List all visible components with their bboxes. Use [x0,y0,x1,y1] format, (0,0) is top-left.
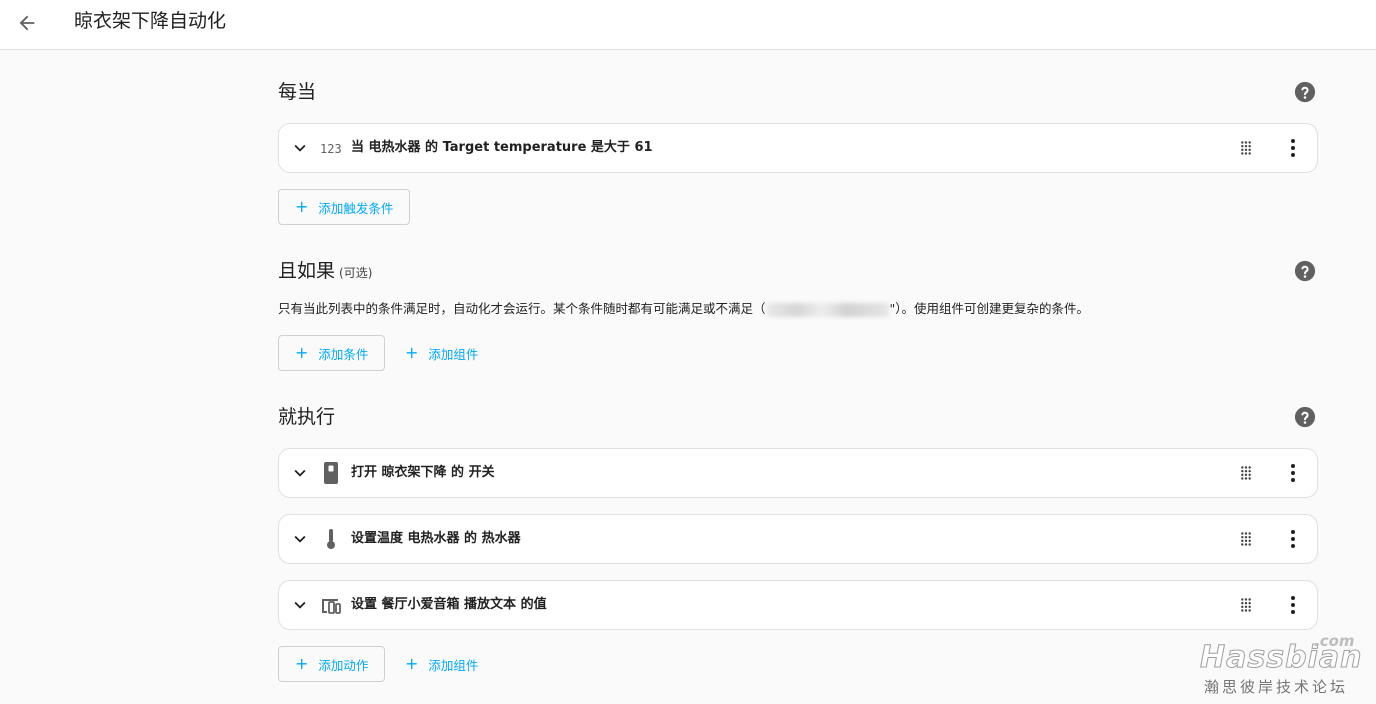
thermometer-icon [319,527,343,551]
plus-icon: + [405,343,419,362]
add-action-label: 添加动作 [318,657,369,673]
description-text-start: 只有当此列表中的条件满足时，自动化才会运行。某个条件随时都有可能满足或不满足（ [278,301,766,316]
action-description: 打开 晾衣架下降 的 开关 [351,465,495,480]
more-vertical-icon[interactable] [1281,593,1305,617]
devices-icon [319,593,343,617]
drag-handle-icon[interactable] [1235,462,1257,484]
add-trigger-button[interactable]: + 添加触发条件 [278,189,411,225]
add-group-label: 添加组件 [428,346,479,362]
more-vertical-icon[interactable] [1281,527,1305,551]
more-vertical-icon[interactable] [1281,461,1305,485]
watermark-com: .com [1314,632,1355,650]
add-action-button[interactable]: + 添加动作 [278,646,386,682]
help-circle-icon[interactable] [1294,260,1316,282]
action-row[interactable]: 打开 晾衣架下降 的 开关 [278,448,1318,498]
drag-handle-icon[interactable] [1235,137,1257,159]
trigger-row[interactable]: 123 当 电热水器 的 Target temperature 是大于 61 [278,123,1318,173]
more-vertical-icon[interactable] [1281,136,1305,160]
page-title: 晾衣架下降自动化 [74,10,227,32]
top-app-bar: 晾衣架下降自动化 [0,0,1376,50]
light-switch-icon [319,461,343,485]
drag-handle-icon[interactable] [1235,594,1257,616]
drag-handle-icon[interactable] [1235,528,1257,550]
conditions-title-text: 且如果 [278,260,336,282]
action-row[interactable]: 设置温度 电热水器 的 热水器 [278,514,1318,564]
chevron-down-icon[interactable] [289,462,311,484]
chevron-down-icon[interactable] [289,528,311,550]
plus-icon: + [405,654,419,673]
chevron-down-icon[interactable] [289,137,311,159]
help-circle-icon[interactable] [1294,81,1316,103]
help-circle-icon[interactable] [1294,406,1316,428]
svg-text:123: 123 [320,142,342,156]
watermark-subtitle: 瀚思彼岸技术论坛 [1204,678,1349,696]
add-condition-label: 添加条件 [318,346,369,362]
add-condition-group-button[interactable]: + 添加组件 [389,335,494,371]
triggers-section-title: 每当 [278,81,317,103]
forum-watermark: Hassbian .com 瀚思彼岸技术论坛 [1196,630,1366,700]
trigger-description: 当 电热水器 的 Target temperature 是大于 61 [351,140,653,155]
plus-icon: + [295,654,309,673]
arrow-left-icon [19,15,35,31]
action-description: 设置温度 电热水器 的 热水器 [351,531,521,546]
numeric-123-icon: 123 [319,136,343,160]
back-button[interactable] [10,6,44,40]
conditions-section-title: 且如果 (可选) [278,258,372,286]
plus-icon: + [295,343,309,362]
conditions-description: 只有当此列表中的条件满足时，自动化才会运行。某个条件随时都有可能满足或不满足（ "… [278,300,1089,318]
action-row[interactable]: 设置 餐厅小爱音箱 播放文本 的值 [278,580,1318,630]
add-group-label: 添加组件 [428,657,479,673]
add-condition-button[interactable]: + 添加条件 [278,335,386,371]
add-action-group-button[interactable]: + 添加组件 [389,646,494,682]
redacted-text [766,302,889,317]
add-trigger-label: 添加触发条件 [318,200,394,216]
action-description: 设置 餐厅小爱音箱 播放文本 的值 [351,597,547,612]
description-text-end: "）。使用组件可创建更复杂的条件。 [889,301,1090,316]
optional-label: (可选) [339,266,373,280]
chevron-down-icon[interactable] [289,594,311,616]
actions-section-title: 就执行 [278,406,336,428]
plus-icon: + [295,197,309,216]
